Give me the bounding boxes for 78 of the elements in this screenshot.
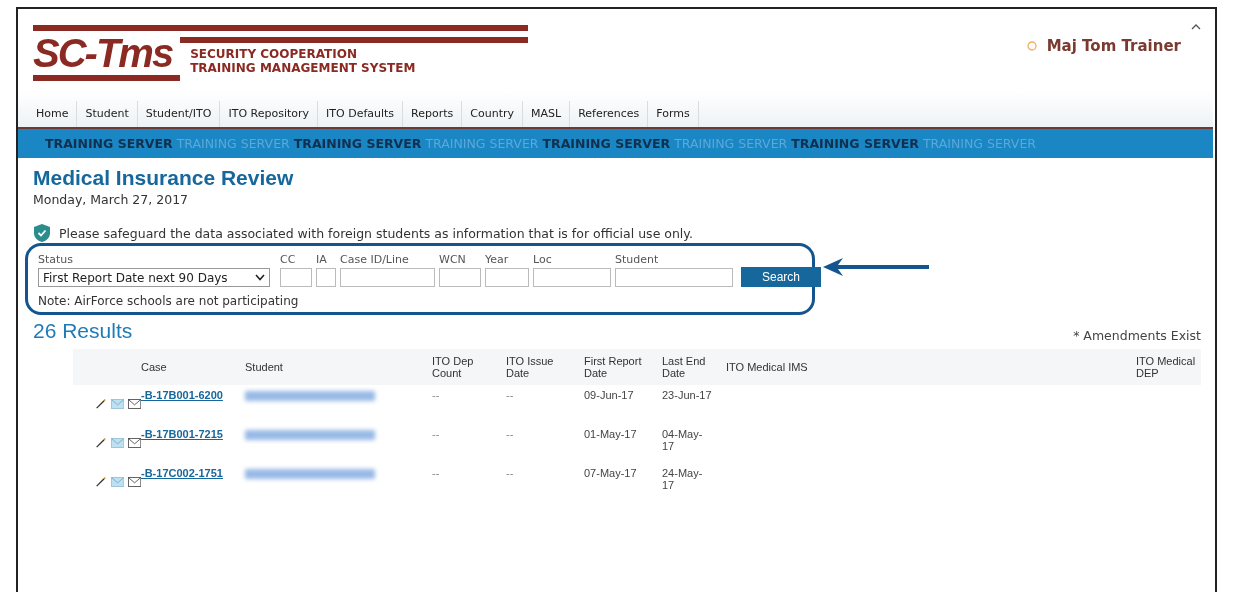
scroll-up-icon: [1191, 23, 1201, 30]
case-link[interactable]: -B-17B001-6200: [141, 389, 245, 401]
shield-icon: [33, 223, 51, 243]
results-count: 26 Results: [33, 319, 133, 343]
column-header: First Report Date: [584, 355, 643, 379]
column-header: Student: [245, 361, 284, 373]
table-cell-text: 01-May-17: [584, 428, 638, 440]
case-link[interactable]: -B-17B001-7215: [141, 428, 245, 440]
column-header: ITO Medical DEP: [1136, 355, 1197, 379]
nav-link[interactable]: References: [570, 101, 649, 127]
search-button[interactable]: Search: [741, 267, 821, 287]
column-header: ITO Medical IMS: [726, 361, 809, 373]
input-field[interactable]: [340, 268, 435, 287]
nav-link[interactable]: Student: [77, 101, 138, 127]
nav-link[interactable]: MASL: [523, 101, 571, 127]
table-cell-text: 07-May-17: [584, 467, 638, 479]
banner-text: TRAINING SERVER: [176, 136, 290, 151]
input-field[interactable]: [280, 268, 312, 287]
logo-mark: SC-Tms: [33, 31, 181, 81]
input-field[interactable]: [615, 268, 733, 287]
status-dropdown[interactable]: First Report Date next 90 Days: [38, 268, 270, 287]
banner-text: TRAINING SERVER: [425, 136, 539, 151]
table-cell-text: 24-May-17: [662, 467, 704, 491]
envelope-icon[interactable]: [127, 398, 141, 410]
nav-link[interactable]: Student/ITO: [137, 101, 221, 127]
table-cell-text: --: [506, 467, 515, 479]
page-title: Medical Insurance Review: [33, 166, 295, 190]
logo-text: SECURITY COOPERATION: [190, 47, 358, 61]
info-icon: [1026, 41, 1037, 51]
banner-text: TRAINING SERVER: [293, 136, 422, 151]
table-cell-text: --: [432, 389, 441, 401]
field-label: IA: [316, 253, 328, 268]
nav-link[interactable]: Country: [462, 101, 523, 127]
column-header: ITO Dep Count: [432, 355, 475, 379]
legend-text: * Amendments Exist: [1073, 328, 1201, 343]
nav-link[interactable]: Forms: [648, 101, 699, 127]
pencil-icon[interactable]: [95, 436, 107, 450]
nav-link[interactable]: ITO Defaults: [318, 101, 404, 127]
banner-text: TRAINING SERVER: [45, 136, 173, 151]
input-field[interactable]: [439, 268, 481, 287]
table-cell-text: --: [432, 467, 441, 479]
field-label: CC: [280, 253, 297, 268]
chevron-down-icon: [255, 274, 265, 281]
input-field[interactable]: [485, 268, 529, 287]
column-header: ITO Issue Date: [506, 355, 555, 379]
table-cell: 23-Jun-17: [662, 389, 712, 401]
field-label: WCN: [439, 253, 467, 268]
column-header: Case: [141, 361, 168, 373]
banner-text: TRAINING SERVER: [791, 136, 919, 151]
envelope-icon[interactable]: [127, 437, 141, 449]
field-label: Status: [38, 253, 75, 268]
table-cell-text: --: [432, 428, 441, 440]
case-link[interactable]: -B-17C002-1751: [141, 467, 245, 479]
table-cell-text: --: [506, 389, 515, 401]
nav-link[interactable]: Home: [28, 101, 78, 127]
table-cell-text: 04-May-17: [662, 428, 704, 452]
logo-text: TRAINING MANAGEMENT SYSTEM: [190, 61, 417, 75]
banner-text: TRAINING SERVER: [674, 136, 788, 151]
pencil-icon[interactable]: [95, 475, 107, 489]
notice-text: Please safeguard the data associated with foreign students as information that is for official use only.: [59, 225, 693, 241]
banner-text: TRAINING SERVER: [542, 136, 671, 151]
page-date: Monday, March 27, 2017: [33, 192, 190, 207]
note-text: Note: AirForce schools are not participating: [38, 294, 300, 308]
field-label: Student: [615, 253, 660, 268]
field-label: Loc: [533, 253, 553, 268]
nav-link[interactable]: ITO Repository: [220, 101, 319, 127]
user-name[interactable]: Maj Tom Trainer: [1046, 37, 1181, 55]
field-label: Year: [485, 253, 510, 268]
banner-text: TRAINING SERVER: [922, 136, 1036, 151]
table-cell-text: --: [506, 428, 515, 440]
field-label: Case ID/Line: [340, 253, 410, 268]
input-field[interactable]: [533, 268, 611, 287]
table-cell-text: 09-Jun-17: [584, 389, 635, 401]
column-header: Last End Date: [662, 355, 707, 379]
pencil-icon[interactable]: [95, 397, 107, 411]
nav-link[interactable]: Reports: [403, 101, 463, 127]
envelope-icon[interactable]: [127, 476, 141, 488]
input-field[interactable]: [316, 268, 336, 287]
